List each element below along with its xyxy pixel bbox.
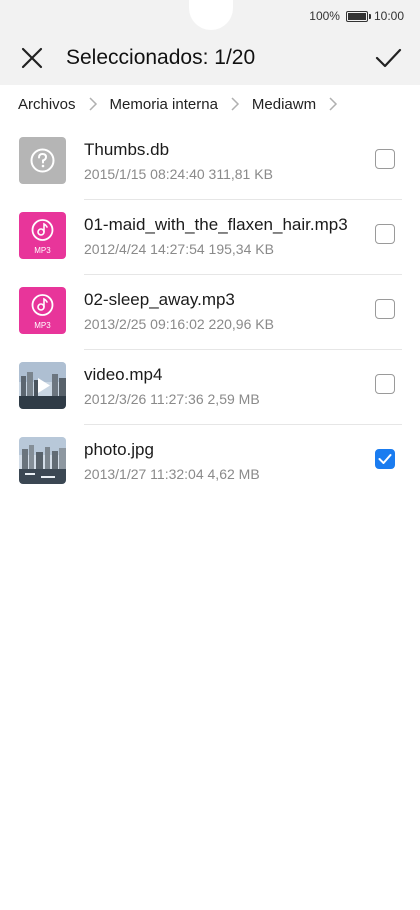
select-checkbox[interactable] <box>375 374 395 394</box>
check-icon <box>378 454 392 464</box>
status-bar: 100% 10:00 <box>309 7 404 25</box>
breadcrumb-item-mediawm[interactable]: Mediawm <box>252 96 316 113</box>
camera-notch <box>189 0 233 30</box>
confirm-button[interactable] <box>374 44 402 72</box>
breadcrumb-item-archivos[interactable]: Archivos <box>18 96 76 113</box>
breadcrumb: Archivos Memoria interna Mediawm <box>18 94 350 114</box>
breadcrumb-item-memoria-interna[interactable]: Memoria interna <box>110 96 218 113</box>
header-area: 100% 10:00 Seleccionados: 1/20 <box>0 0 420 85</box>
selection-count-title: Seleccionados: 1/20 <box>66 46 256 69</box>
select-checkbox[interactable] <box>375 449 395 469</box>
chevron-right-icon <box>231 97 239 111</box>
close-button[interactable] <box>18 44 46 72</box>
file-row[interactable]: Thumbs.db 2015/1/15 08:24:40 311,81 KB <box>0 124 420 199</box>
unknown-file-icon <box>19 137 66 184</box>
svg-text:MP3: MP3 <box>34 246 51 255</box>
image-thumbnail <box>19 437 66 484</box>
battery-percent: 100% <box>309 9 340 23</box>
mp3-file-icon: MP3 <box>19 212 66 259</box>
mp3-file-icon: MP3 <box>19 287 66 334</box>
video-thumbnail <box>19 362 66 409</box>
select-checkbox[interactable] <box>375 224 395 244</box>
file-name: photo.jpg <box>84 440 154 459</box>
select-checkbox[interactable] <box>375 149 395 169</box>
chevron-right-icon <box>329 97 338 111</box>
file-name: Thumbs.db <box>84 140 170 159</box>
svg-text:MP3: MP3 <box>34 321 51 330</box>
file-meta: 2015/1/15 08:24:40 311,81 KB <box>84 166 273 182</box>
file-row[interactable]: video.mp4 2012/3/26 11:27:36 2,59 MB <box>0 349 420 424</box>
selection-toolbar: Seleccionados: 1/20 <box>0 36 420 80</box>
file-meta: 2012/3/26 11:27:36 2,59 MB <box>84 391 260 407</box>
clock: 10:00 <box>373 9 404 23</box>
file-meta: 2013/2/25 09:16:02 220,96 KB <box>84 316 274 332</box>
battery-icon <box>345 10 371 22</box>
chevron-right-icon <box>89 97 97 111</box>
file-row[interactable]: MP3 01-maid_with_the_flaxen_hair.mp3 201… <box>0 199 420 274</box>
select-checkbox[interactable] <box>375 299 395 319</box>
file-meta: 2012/4/24 14:27:54 195,34 KB <box>84 241 274 257</box>
file-list: Thumbs.db 2015/1/15 08:24:40 311,81 KB M… <box>0 124 420 499</box>
file-row[interactable]: photo.jpg 2013/1/27 11:32:04 4,62 MB <box>0 424 420 499</box>
file-row[interactable]: MP3 02-sleep_away.mp3 2013/2/25 09:16:02… <box>0 274 420 349</box>
file-name: 01-maid_with_the_flaxen_hair.mp3 <box>84 215 348 234</box>
checkmark-icon <box>375 48 402 68</box>
file-name: video.mp4 <box>84 365 163 384</box>
file-name: 02-sleep_away.mp3 <box>84 290 235 309</box>
file-meta: 2013/1/27 11:32:04 4,62 MB <box>84 466 260 482</box>
close-icon <box>21 47 43 69</box>
